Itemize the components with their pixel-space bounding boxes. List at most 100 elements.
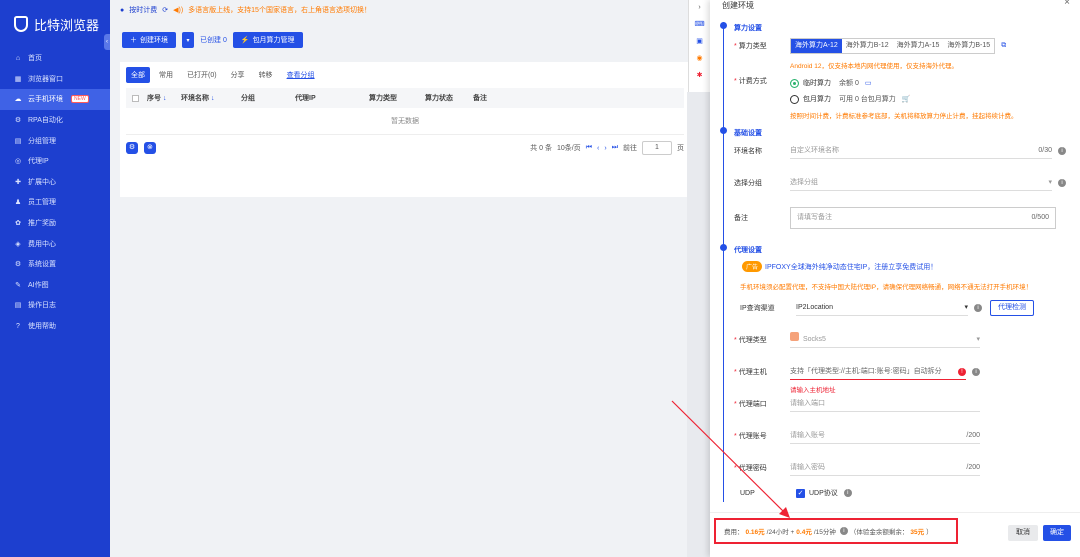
sidebar-item[interactable]: ? 使用帮助 (0, 316, 110, 337)
page-size-select[interactable]: 10条/页 (557, 143, 581, 153)
sidebar-item[interactable]: ▤ 分组管理 (0, 130, 110, 151)
notice-text: 多语言版上线，支持15个国家语言，右上角语言选项切换！ (188, 7, 371, 14)
sidebar-item[interactable]: ◎ 代理IP (0, 151, 110, 172)
sidebar-item[interactable]: ⚙ RPA自动化 (0, 110, 110, 131)
table-tab[interactable]: 常用 (154, 67, 178, 83)
proxy-port-input[interactable]: 请输入端口 (790, 396, 980, 412)
group-select[interactable]: 选择分组 ▾ (790, 175, 1052, 191)
gift-icon: ✿ (15, 220, 21, 228)
chat-icon[interactable]: ◉ (696, 54, 702, 62)
sidebar-item[interactable]: ⚙ 系统设置 (0, 254, 110, 275)
password-count: /200 (966, 464, 980, 471)
page-input[interactable]: 1 (642, 141, 672, 155)
fee-day: 0.16元 (745, 529, 765, 536)
sidebar-item[interactable]: ⌂ 首页 (0, 48, 110, 69)
radio-selected-icon[interactable] (790, 78, 799, 88)
refresh-icon[interactable]: ⟳ (162, 6, 168, 14)
sidebar-item[interactable]: ☁ 云手机环境 NEW (0, 89, 110, 110)
wallet-icon: ◈ (15, 240, 21, 248)
settings-round-icon[interactable]: ⚙ (126, 142, 138, 154)
trial-amount: 35元 (910, 529, 925, 536)
sidebar: 比特浏览器 ‹ ⌂ 首页 ▦ 浏览器窗口 ☁ 云手机环境 NEW ⚙ RPA自动化 ▤ 分组管理 ◎ 代… (0, 0, 110, 557)
table-tab[interactable]: 已打开(0) (182, 67, 222, 83)
sidebar-item[interactable]: ✎ AI作图 (0, 275, 110, 296)
proxy-type-select[interactable]: Socks5 ▾ (790, 332, 980, 348)
billing-mode[interactable]: 按时计费 (129, 5, 157, 15)
help-icon[interactable]: i (1058, 147, 1066, 155)
sidebar-item-label: 浏览器窗口 (28, 75, 63, 83)
cancel-button[interactable]: 取消 (1008, 525, 1038, 541)
remark-count: 0/500 (1031, 214, 1049, 221)
udp-checkbox[interactable]: ✓ (796, 488, 805, 498)
monitor-icon[interactable]: ▣ (696, 37, 703, 45)
env-name-label: 环境名称 (734, 148, 762, 155)
location-icon: ◎ (14, 158, 22, 166)
delete-round-icon[interactable]: ⊗ (143, 142, 156, 154)
last-page-icon[interactable]: ⏭ (612, 144, 618, 152)
proxy-ad[interactable]: 广告 IPFOXY全球海外纯净动态住宅IP，注册立享免费试用！ (742, 261, 937, 272)
folder-icon: ▤ (14, 137, 22, 145)
compute-type-b15[interactable]: 海外算力B-15 (943, 39, 994, 53)
env-name-input[interactable]: 自定义环境名称 0/30 (790, 143, 1052, 159)
table-tab[interactable]: 分享 (226, 67, 250, 83)
compute-type-a15[interactable]: 海外算力A-15 (893, 39, 944, 53)
create-env-button[interactable]: ＋创建环境 (122, 32, 176, 48)
help-icon[interactable]: i (974, 304, 982, 312)
sidebar-item[interactable]: ♟ 员工管理 (0, 192, 110, 213)
udp-row: UDP ✓ UDP协议 i (740, 488, 852, 498)
sidebar-item-label: 云手机环境 (28, 96, 63, 104)
proxy-type-row: * 代理类型 Socks5 ▾ (734, 332, 980, 348)
sidebar-item-label: 首页 (28, 55, 42, 63)
sidebar-item[interactable]: ✚ 扩展中心 (0, 172, 110, 193)
confirm-button[interactable]: 确定 (1043, 525, 1071, 541)
billing-hourly-option[interactable]: 临时算力 余额 0 ▭ (790, 78, 871, 88)
help-icon[interactable]: i (972, 368, 980, 376)
cart-icon[interactable]: 🛒 (902, 95, 911, 103)
prev-page-icon[interactable]: ‹ (597, 145, 599, 152)
billing-monthly-option[interactable]: 包月算力 可用 0 台包月算力 🛒 (790, 94, 911, 104)
compute-type-b12[interactable]: 海外算力B-12 (842, 39, 893, 53)
table-column-header[interactable]: 序号 ↓ (147, 93, 181, 103)
help-icon[interactable]: i (839, 527, 848, 535)
ip-channel-select[interactable]: IP2Location ▾ (796, 300, 968, 316)
proxy-host-input[interactable]: 支持「代理类型://主机:端口:账号:密码」自动拆分! (790, 364, 966, 380)
sidebar-item[interactable]: ◈ 费用中心 (0, 233, 110, 254)
help-icon[interactable]: i (1058, 179, 1066, 187)
remark-input[interactable]: 请填写备注 0/500 (790, 207, 1056, 229)
create-env-panel: 创建环境 × 算力设置 * 算力类型 海外算力A-12 海外算力B-12 海外算力… (710, 0, 1080, 557)
close-icon[interactable]: × (1064, 0, 1070, 8)
copy-icon[interactable]: ⧉ (1001, 42, 1006, 50)
proxy-account-input[interactable]: 请输入账号/200 (790, 428, 980, 444)
sidebar-item[interactable]: ▦ 浏览器窗口 (0, 69, 110, 90)
select-all-checkbox[interactable] (132, 94, 139, 102)
ad-text[interactable]: IPFOXY全球海外纯净动态住宅IP，注册立享免费试用！ (765, 262, 937, 272)
sidebar-item[interactable]: ▤ 操作日志 (0, 295, 110, 316)
sort-arrow-icon[interactable]: ↓ (209, 95, 215, 102)
compute-type-a12[interactable]: 海外算力A-12 (791, 39, 842, 53)
modal-overlay (687, 92, 710, 557)
proxy-detect-button[interactable]: 代理检测 (990, 300, 1034, 316)
table-tab[interactable]: 转移 (254, 67, 278, 83)
table-column-header[interactable]: 环境名称 ↓ (181, 93, 241, 103)
group-row: 选择分组 选择分组 ▾ i (734, 175, 1066, 191)
env-name-count: 0/30 (1038, 147, 1052, 154)
expand-icon[interactable]: › (698, 4, 700, 11)
sidebar-item[interactable]: ✿ 推广奖励 (0, 213, 110, 234)
help-icon[interactable]: i (843, 489, 852, 497)
sort-arrow-icon[interactable]: ↓ (161, 95, 167, 102)
proxy-host-label: 代理主机 (738, 369, 767, 376)
proxy-password-input[interactable]: 请输入密码/200 (790, 460, 980, 476)
proxy-password-row: * 代理密码 请输入密码/200 (734, 460, 980, 476)
create-dropdown-button[interactable]: ▾ (182, 32, 194, 48)
table-tabs: 全部 常用 已打开(0) 分享 转移 查看分组 (120, 62, 690, 88)
keyboard-icon[interactable]: ⌨ (694, 20, 704, 28)
monthly-manage-button[interactable]: ⚡ 包月算力管理 (232, 32, 303, 48)
radio-empty-icon[interactable] (790, 94, 799, 104)
wallet-icon[interactable]: ▭ (865, 79, 872, 87)
next-page-icon[interactable]: › (604, 145, 606, 152)
table-tab[interactable]: 查看分组 (282, 67, 320, 83)
first-page-icon[interactable]: ⏮ (586, 144, 592, 152)
bug-icon[interactable]: ✱ (697, 71, 703, 79)
table-tab[interactable]: 全部 (126, 67, 150, 83)
plus-icon: ＋ (130, 37, 137, 44)
